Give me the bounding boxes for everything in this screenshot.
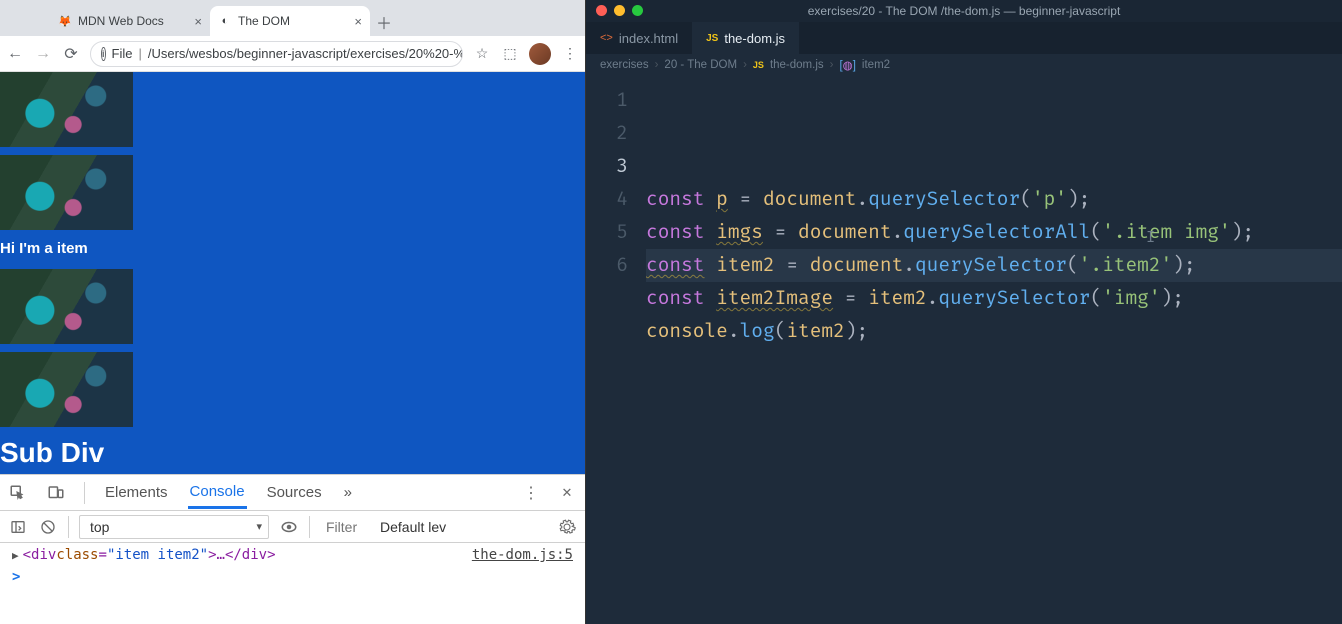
url-path: /Users/wesbos/beginner-javascript/exerci… [148, 46, 463, 61]
devtools-tab-sources[interactable]: Sources [265, 478, 324, 507]
vscode-titlebar: exercises/20 - The DOM /the-dom.js — beg… [586, 0, 1342, 22]
favicon-icon: 🦊 [58, 14, 72, 28]
devtools-close-icon[interactable]: ✕ [557, 483, 577, 503]
devtools-panel: Elements Console Sources » ⋮ ✕ top [0, 474, 585, 624]
back-button[interactable]: ← [6, 45, 24, 63]
console-output: ▶ <div class = "item item2" >…</div> the… [0, 543, 585, 624]
item-image [0, 352, 133, 427]
close-tab-icon[interactable]: × [354, 14, 362, 29]
html-file-icon: <> [600, 32, 613, 44]
devtools-tabbar: Elements Console Sources » ⋮ ✕ [0, 475, 585, 511]
console-log-row[interactable]: ▶ <div class = "item item2" >…</div> the… [12, 547, 573, 563]
devtools-tab-elements[interactable]: Elements [103, 478, 170, 507]
live-expression-icon[interactable] [279, 517, 299, 537]
vscode-window: exercises/20 - The DOM /the-dom.js — beg… [586, 0, 1342, 624]
vscode-breadcrumb[interactable]: exercises› 20 - The DOM› JS the-dom.js› … [586, 54, 1342, 76]
bookmark-star-icon[interactable]: ☆ [473, 45, 491, 63]
browser-menu-icon[interactable]: ⋮ [561, 45, 579, 63]
text-cursor-icon: I [1146, 221, 1155, 254]
log-tag: <div [23, 547, 57, 563]
tab-filename: index.html [619, 31, 678, 46]
console-level-select[interactable]: Default lev [380, 519, 446, 535]
item-image [0, 72, 133, 147]
devtools-menu-icon[interactable]: ⋮ [521, 483, 541, 503]
close-tab-icon[interactable]: × [194, 14, 202, 29]
site-info-icon[interactable]: i [101, 47, 106, 61]
console-context-select[interactable]: top [79, 515, 269, 539]
editor-tab-index-html[interactable]: <> index.html [586, 22, 692, 54]
reload-button[interactable]: ⟳ [62, 45, 80, 63]
log-tag-end: >…</div> [208, 547, 275, 563]
extension-icon[interactable]: ⬚ [501, 45, 519, 63]
chrome-window: 🦊 MDN Web Docs × ◐ The DOM × ＋ ← → ⟳ i F… [0, 0, 586, 624]
clear-console-icon[interactable] [38, 517, 58, 537]
console-settings-icon[interactable] [557, 517, 577, 537]
favicon-icon: ◐ [218, 14, 232, 28]
editor-tab-the-dom-js[interactable]: JS the-dom.js [692, 22, 799, 54]
tab-title: The DOM [238, 14, 290, 28]
console-sidebar-icon[interactable] [8, 517, 28, 537]
address-bar[interactable]: i File | /Users/wesbos/beginner-javascri… [90, 41, 463, 67]
zoom-window-icon[interactable] [632, 5, 643, 16]
browser-tab-mdn[interactable]: 🦊 MDN Web Docs × [50, 6, 210, 36]
line-gutter: 123456 [586, 76, 646, 624]
window-controls[interactable] [596, 5, 643, 16]
log-source-link[interactable]: the-dom.js:5 [472, 547, 573, 563]
forward-button[interactable]: → [34, 45, 52, 63]
devtools-tab-overflow[interactable]: » [342, 478, 354, 507]
tab-title: MDN Web Docs [78, 14, 164, 28]
browser-toolbar: ← → ⟳ i File | /Users/wesbos/beginner-ja… [0, 36, 585, 72]
browser-tabstrip: 🦊 MDN Web Docs × ◐ The DOM × ＋ [0, 0, 585, 36]
page-viewport: Hi I'm a item Sub Div [0, 72, 585, 474]
subdiv-heading: Sub Div [0, 437, 585, 469]
devtools-tab-console[interactable]: Console [188, 477, 247, 509]
new-tab-button[interactable]: ＋ [370, 8, 398, 36]
js-file-icon: JS [706, 33, 718, 44]
vscode-editor-tabs: <> index.html JS the-dom.js [586, 22, 1342, 54]
item-heading: Hi I'm a item [0, 240, 585, 257]
vscode-editor[interactable]: 123456 I const p = document.querySelecto… [586, 76, 1342, 624]
item-image [0, 269, 133, 344]
close-window-icon[interactable] [596, 5, 607, 16]
device-mode-icon[interactable] [46, 483, 66, 503]
tab-filename: the-dom.js [724, 31, 785, 46]
console-prompt[interactable]: > [12, 569, 573, 585]
code-area[interactable]: I const p = document.querySelector('p');… [646, 76, 1342, 624]
vscode-title-text: exercises/20 - The DOM /the-dom.js — beg… [808, 4, 1121, 18]
url-scheme: File [112, 46, 133, 61]
inspect-element-icon[interactable] [8, 483, 28, 503]
profile-avatar[interactable] [529, 43, 551, 65]
console-filter-input[interactable] [320, 515, 370, 539]
log-attr: class [56, 547, 98, 563]
browser-tab-thedom[interactable]: ◐ The DOM × [210, 6, 370, 36]
expand-icon[interactable]: ▶ [12, 549, 19, 562]
item-image [0, 155, 133, 230]
log-attr-value: "item item2" [107, 547, 208, 563]
minimize-window-icon[interactable] [614, 5, 625, 16]
console-toolbar: top Default lev [0, 511, 585, 543]
